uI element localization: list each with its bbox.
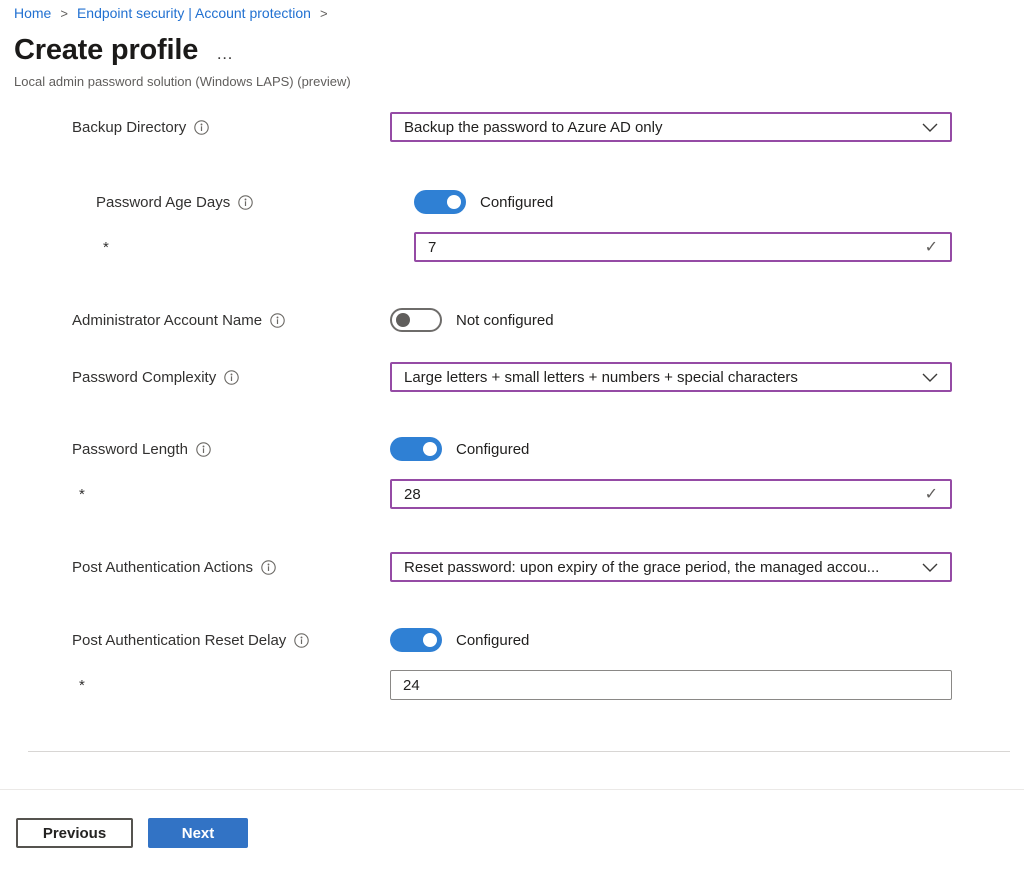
password-age-days-block: Password Age Days Configured * 7 xyxy=(96,190,952,262)
password-length-toggle-label: Configured xyxy=(456,441,529,458)
page-title: Create profile xyxy=(14,34,198,67)
required-asterisk: * xyxy=(72,486,85,503)
toggle-knob xyxy=(423,442,437,456)
required-asterisk: * xyxy=(96,239,109,256)
chevron-down-icon xyxy=(922,123,938,132)
info-icon[interactable] xyxy=(270,313,285,328)
wizard-footer: Previous Next xyxy=(16,818,1024,848)
breadcrumb-home-link[interactable]: Home xyxy=(14,5,51,21)
chevron-down-icon xyxy=(922,373,938,382)
content-divider xyxy=(28,751,1010,752)
form-row-post-authentication-reset-delay-input: * 24 xyxy=(72,670,952,700)
required-asterisk: * xyxy=(72,677,85,694)
info-icon[interactable] xyxy=(196,442,211,457)
breadcrumb-account-protection-link[interactable]: Endpoint security | Account protection xyxy=(77,5,311,21)
password-age-days-toggle[interactable] xyxy=(414,190,466,214)
create-profile-page: Home > Endpoint security | Account prote… xyxy=(0,0,1024,870)
password-complexity-label: Password Complexity xyxy=(72,369,216,386)
checkmark-icon: ✓ xyxy=(925,237,938,257)
post-authentication-reset-delay-toggle-label: Configured xyxy=(456,632,529,649)
administrator-account-name-toggle-label: Not configured xyxy=(456,312,554,329)
password-age-days-value: 7 xyxy=(428,239,436,256)
info-icon[interactable] xyxy=(238,195,253,210)
info-icon[interactable] xyxy=(224,370,239,385)
post-authentication-reset-delay-toggle[interactable] xyxy=(390,628,442,652)
toggle-knob xyxy=(423,633,437,647)
info-icon[interactable] xyxy=(194,120,209,135)
page-subtitle: Local admin password solution (Windows L… xyxy=(14,74,1024,89)
laps-settings-form: Backup Directory Backup the password to … xyxy=(0,112,952,700)
post-authentication-reset-delay-input[interactable]: 24 xyxy=(390,670,952,700)
form-row-password-complexity: Password Complexity Large letters + smal… xyxy=(72,362,952,392)
previous-button[interactable]: Previous xyxy=(16,818,133,848)
post-authentication-actions-label: Post Authentication Actions xyxy=(72,559,253,576)
backup-directory-value: Backup the password to Azure AD only xyxy=(404,119,672,136)
toggle-knob xyxy=(396,313,410,327)
form-row-administrator-account-name: Administrator Account Name Not configure… xyxy=(72,308,952,332)
post-authentication-reset-delay-label: Post Authentication Reset Delay xyxy=(72,632,286,649)
info-icon[interactable] xyxy=(294,633,309,648)
password-length-value: 28 xyxy=(404,486,421,503)
page-header: Create profile … xyxy=(14,34,1024,67)
administrator-account-name-toggle[interactable] xyxy=(390,308,442,332)
password-age-days-toggle-label: Configured xyxy=(480,194,553,211)
checkmark-icon: ✓ xyxy=(925,484,938,504)
more-options-icon[interactable]: … xyxy=(216,45,234,62)
next-button[interactable]: Next xyxy=(148,818,248,848)
password-age-days-input[interactable]: 7 ✓ xyxy=(414,232,952,262)
post-authentication-actions-value: Reset password: upon expiry of the grace… xyxy=(404,559,889,576)
password-age-days-label: Password Age Days xyxy=(96,194,230,211)
password-complexity-value: Large letters + small letters + numbers … xyxy=(404,369,808,386)
form-row-password-age-days-input: * 7 ✓ xyxy=(96,232,952,262)
info-icon[interactable] xyxy=(261,560,276,575)
administrator-account-name-label: Administrator Account Name xyxy=(72,312,262,329)
form-row-password-length: Password Length Configured xyxy=(72,437,952,461)
chevron-down-icon xyxy=(922,563,938,572)
breadcrumb-separator-icon: > xyxy=(60,6,68,21)
toggle-knob xyxy=(447,195,461,209)
form-row-password-length-input: * 28 ✓ xyxy=(72,479,952,509)
post-authentication-actions-dropdown[interactable]: Reset password: upon expiry of the grace… xyxy=(390,552,952,582)
password-complexity-dropdown[interactable]: Large letters + small letters + numbers … xyxy=(390,362,952,392)
breadcrumb: Home > Endpoint security | Account prote… xyxy=(0,0,1024,21)
form-row-backup-directory: Backup Directory Backup the password to … xyxy=(72,112,952,142)
footer-divider xyxy=(0,789,1024,790)
password-length-toggle[interactable] xyxy=(390,437,442,461)
backup-directory-dropdown[interactable]: Backup the password to Azure AD only xyxy=(390,112,952,142)
backup-directory-label: Backup Directory xyxy=(72,119,186,136)
password-length-input[interactable]: 28 ✓ xyxy=(390,479,952,509)
post-authentication-reset-delay-value: 24 xyxy=(403,677,420,694)
form-row-post-authentication-reset-delay: Post Authentication Reset Delay Configur… xyxy=(72,628,952,652)
form-row-password-age-days: Password Age Days Configured xyxy=(96,190,952,214)
password-length-label: Password Length xyxy=(72,441,188,458)
breadcrumb-separator-icon: > xyxy=(320,6,328,21)
form-row-post-authentication-actions: Post Authentication Actions Reset passwo… xyxy=(72,552,952,582)
